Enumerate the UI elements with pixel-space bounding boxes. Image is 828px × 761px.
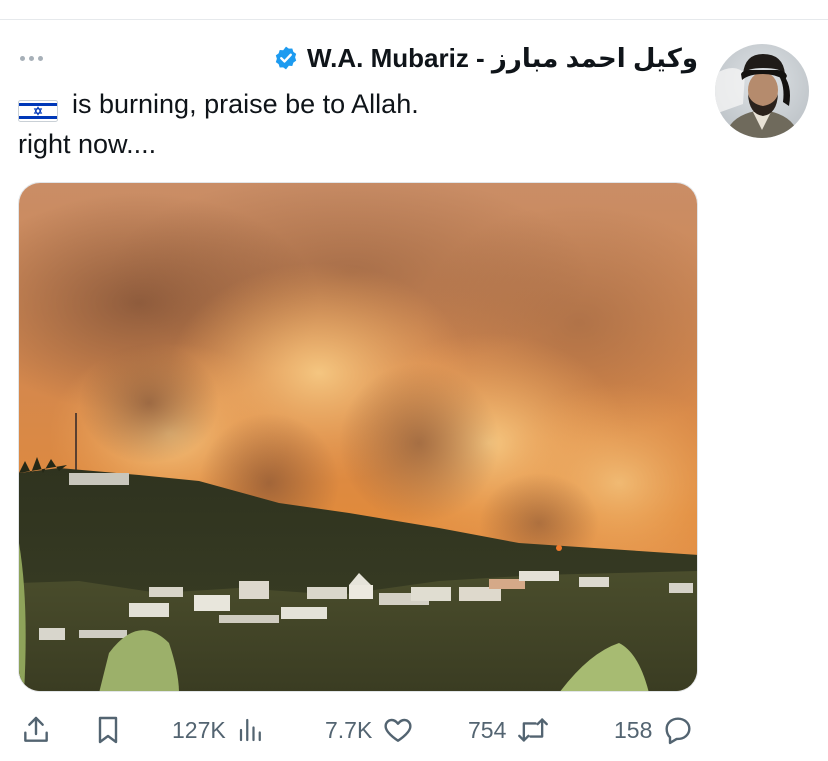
- reply-bubble-icon: [662, 714, 694, 746]
- more-options-button[interactable]: [20, 50, 54, 66]
- share-icon: [20, 714, 52, 746]
- tweet-header: وکیل احمد مبارز - W.A. Mubariz: [273, 40, 698, 76]
- user-avatar[interactable]: [715, 44, 809, 138]
- heart-icon: [382, 714, 414, 746]
- repost-icon: [516, 714, 550, 746]
- tweet-text-line-1: is burning, praise be to Allah.: [18, 84, 678, 124]
- more-dot: [29, 55, 34, 61]
- tweet-text: is burning, praise be to Allah. right no…: [18, 84, 678, 164]
- reposts-count: 754: [468, 716, 507, 743]
- views-button[interactable]: 127K: [172, 708, 266, 752]
- analytics-icon: [236, 715, 266, 745]
- reply-button[interactable]: 158: [614, 708, 694, 752]
- tweet-text-content-2: right now....: [18, 129, 157, 159]
- wildfire-photo[interactable]: [18, 182, 698, 692]
- action-bar: 127K 7.7K 754 158: [0, 708, 828, 752]
- likes-count: 7.7K: [325, 716, 373, 743]
- israel-flag-icon: [18, 93, 58, 122]
- like-button[interactable]: 7.7K: [325, 708, 414, 752]
- repost-button[interactable]: 754: [468, 708, 550, 752]
- more-dot: [20, 55, 25, 61]
- tweet-text-line-2: right now....: [18, 124, 678, 164]
- verified-badge-icon: [273, 45, 299, 71]
- share-button[interactable]: [20, 708, 52, 752]
- top-divider: [0, 19, 828, 20]
- bookmark-icon: [92, 714, 124, 746]
- more-dot: [38, 55, 43, 61]
- display-name[interactable]: وکیل احمد مبارز - W.A. Mubariz: [307, 43, 698, 74]
- replies-count: 158: [614, 716, 653, 743]
- bookmark-button[interactable]: [92, 708, 124, 752]
- tweet-text-content-1: is burning, praise be to Allah.: [72, 89, 419, 119]
- views-count: 127K: [172, 716, 226, 743]
